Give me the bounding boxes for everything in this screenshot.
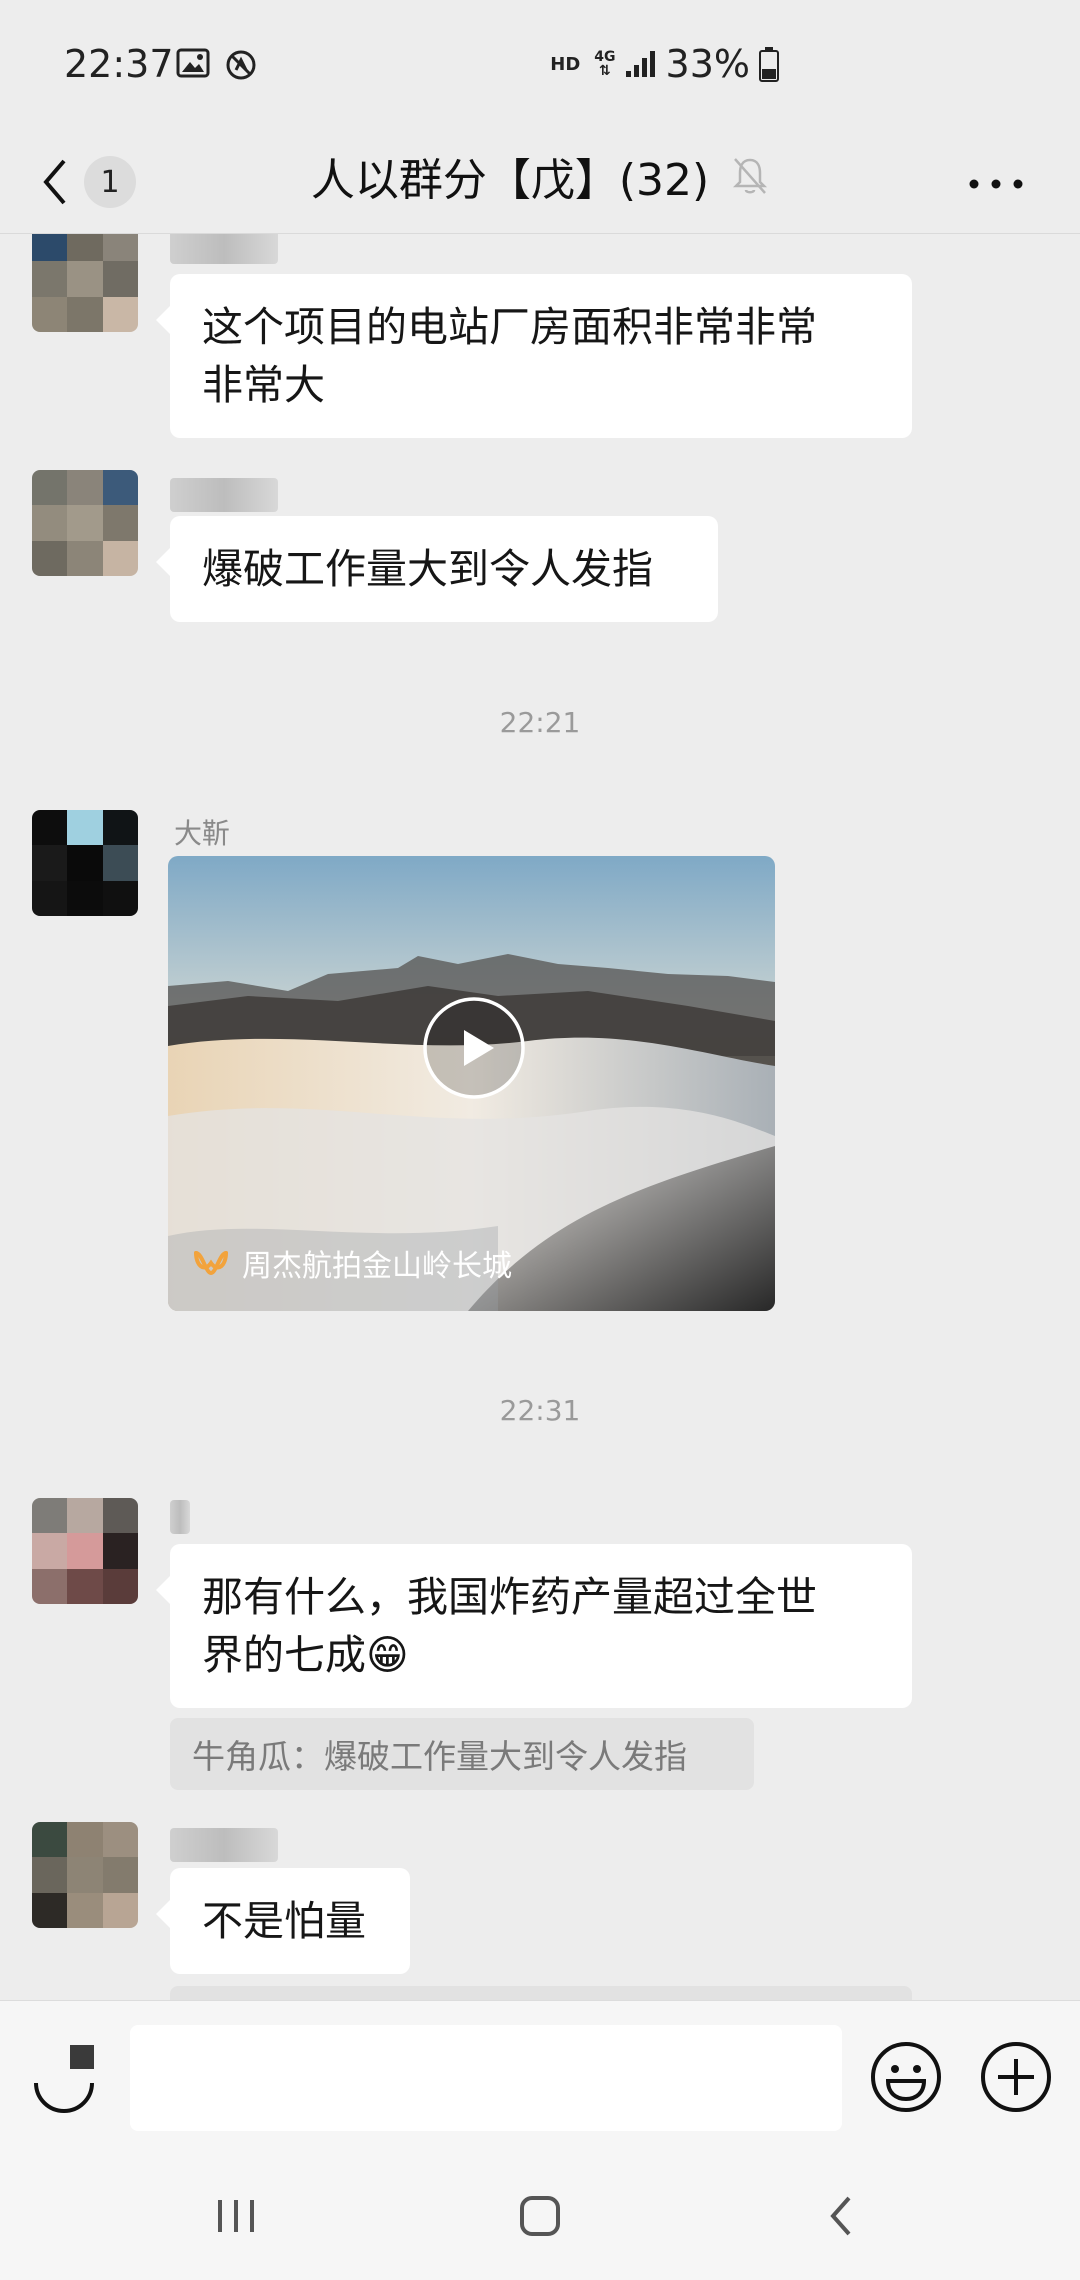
play-icon[interactable] (422, 996, 526, 1100)
sender-name: 大靳 (174, 817, 231, 850)
battery-percentage: 33% (665, 42, 750, 86)
message-bubble[interactable]: 爆破工作量大到令人发指 (156, 516, 718, 622)
more-dots-icon (969, 179, 1023, 189)
sender-name-blurred (170, 1500, 190, 1534)
video-title: 周杰航拍金山岭长城 (242, 1249, 512, 1284)
voice-input-icon[interactable] (26, 2039, 102, 2115)
recent-apps-icon (218, 2200, 254, 2232)
message-input-bar (0, 2000, 1080, 2151)
video-caption: 周杰航拍金山岭长城 (192, 1241, 512, 1285)
sender-avatar[interactable] (32, 470, 138, 576)
sender-name-blurred (170, 478, 278, 512)
message-bubble[interactable]: 那有什么，我国炸药产量超过全世 界的七成😁 (156, 1544, 912, 1708)
mute-bell-icon (733, 158, 768, 194)
message-text: 这个项目的电站厂房面积非常非常 (202, 303, 817, 351)
time-separator: 22:31 (499, 1394, 581, 1427)
message-bubble[interactable]: 这个项目的电站厂房面积非常非常 非常大 (156, 274, 912, 438)
status-bar: 22:37 HD 4G ⇅ 33% (0, 0, 1080, 130)
message-bubble[interactable]: 不是怕量 (156, 1868, 410, 1974)
battery-icon (759, 47, 779, 82)
sender-avatar[interactable] (32, 810, 138, 916)
sender-avatar[interactable] (32, 1498, 138, 1604)
status-notification-icons (176, 48, 258, 82)
system-navigation-bar (0, 2150, 1080, 2280)
message-text: 不是怕量 (202, 1897, 366, 1945)
add-attachment-icon[interactable] (978, 2039, 1054, 2115)
time-separator: 22:21 (499, 706, 581, 739)
home-button[interactable] (500, 2176, 580, 2256)
wechat-chat-screen: 22:37 HD 4G ⇅ 33% 1 人以群分【戊】(32) 这个项目的电站厂… (0, 0, 1080, 2280)
grinning-emoji-icon: 😁 (366, 1631, 409, 1679)
quoted-message[interactable]: 牛角瓜：爆破工作量大到令人发指 (170, 1718, 754, 1790)
home-icon (520, 2196, 560, 2236)
sender-name-blurred (170, 1828, 278, 1862)
more-options-button[interactable] (956, 144, 1036, 224)
channels-logo-icon (194, 1251, 228, 1276)
message-text: 那有什么，我国炸药产量超过全世 (202, 1573, 817, 1621)
hd-indicator: HD (550, 53, 581, 75)
message-list[interactable]: 这个项目的电站厂房面积非常非常 非常大 爆破工作量大到令人发指 22:21 大靳 (0, 234, 1080, 2000)
recent-apps-button[interactable] (196, 2176, 276, 2256)
blocked-icon (226, 50, 256, 80)
network-type: 4G ⇅ (594, 49, 616, 79)
message-text: 爆破工作量大到令人发指 (202, 545, 653, 593)
sender-name-blurred (170, 234, 278, 264)
gallery-icon (176, 48, 210, 78)
chat-title: 人以群分【戊】(32) (310, 155, 710, 206)
sender-avatar[interactable] (32, 234, 138, 332)
message-text: 界的七成 (202, 1631, 366, 1679)
quoted-text: 牛角瓜：爆破工作量大到令人发指 (192, 1737, 687, 1776)
quoted-message[interactable] (170, 1986, 912, 2000)
sender-avatar[interactable] (32, 1822, 138, 1928)
system-back-button[interactable] (800, 2176, 880, 2256)
back-chevron-icon (830, 2196, 851, 2236)
signal-icon (625, 51, 655, 77)
video-message-card[interactable]: 周杰航拍金山岭长城 (168, 856, 775, 1311)
message-text: 非常大 (202, 361, 325, 409)
message-input[interactable] (130, 2025, 842, 2131)
chat-header: 1 人以群分【戊】(32) (0, 130, 1080, 234)
chat-title-wrapper: 人以群分【戊】(32) (0, 144, 1080, 208)
network-type-label: 4G (594, 49, 616, 65)
status-time: 22:37 (64, 42, 174, 86)
emoji-icon[interactable] (868, 2039, 944, 2115)
status-right-group: HD 4G ⇅ 33% (550, 42, 780, 86)
